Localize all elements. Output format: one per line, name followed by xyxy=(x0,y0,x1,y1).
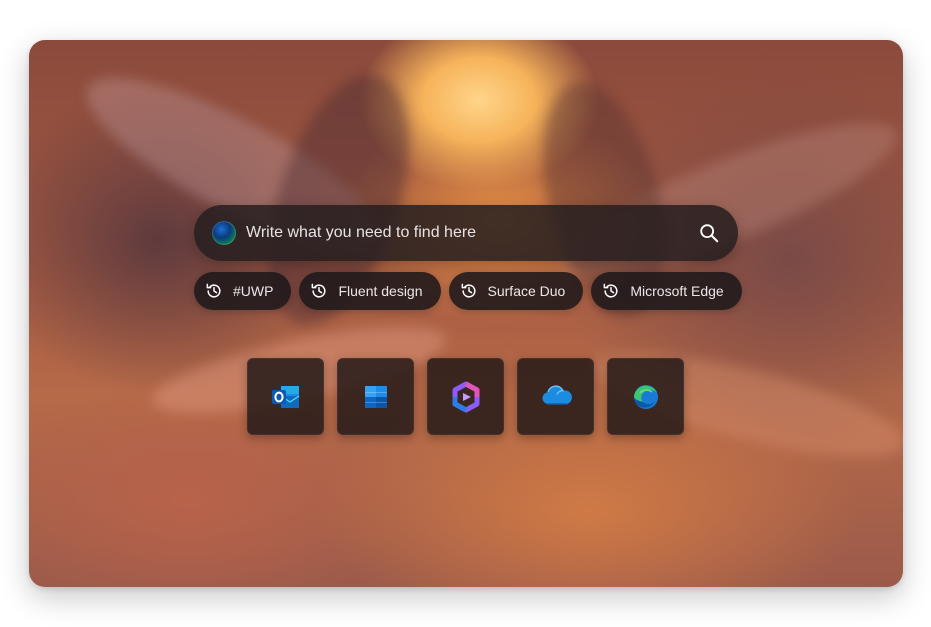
recent-search-label: Surface Duo xyxy=(487,283,566,299)
app-tile-onedrive[interactable] xyxy=(517,358,594,435)
recent-search-label: #UWP xyxy=(233,283,274,299)
recent-searches: #UWP Fluent design Surface Duo Microsoft… xyxy=(194,272,742,310)
desktop-wallpaper: Write what you need to find here #UWP Fl… xyxy=(29,40,903,587)
pinned-apps xyxy=(247,358,684,435)
recent-search-chip[interactable]: Fluent design xyxy=(299,272,441,310)
recent-search-label: Fluent design xyxy=(338,283,423,299)
recent-search-label: Microsoft Edge xyxy=(630,283,724,299)
recent-search-chip[interactable]: Surface Duo xyxy=(448,272,584,310)
app-tile-store[interactable] xyxy=(337,358,414,435)
history-icon xyxy=(461,283,476,298)
onedrive-icon xyxy=(541,384,572,405)
m365-icon xyxy=(452,381,479,412)
search-icon[interactable] xyxy=(698,222,720,244)
search-placeholder[interactable]: Write what you need to find here xyxy=(246,224,698,242)
app-tile-edge[interactable] xyxy=(607,358,684,435)
copilot-orb-icon xyxy=(212,221,236,245)
recent-search-chip[interactable]: Microsoft Edge xyxy=(591,272,742,310)
history-icon xyxy=(206,283,221,298)
app-tile-outlook[interactable] xyxy=(247,358,324,435)
edge-icon xyxy=(633,384,658,409)
recent-search-chip[interactable]: #UWP xyxy=(194,272,292,310)
history-icon xyxy=(312,283,327,298)
history-icon xyxy=(603,283,618,298)
outlook-icon xyxy=(271,385,299,408)
search-bar[interactable]: Write what you need to find here xyxy=(194,205,738,261)
app-tile-m365[interactable] xyxy=(427,358,504,435)
store-icon xyxy=(364,385,387,408)
